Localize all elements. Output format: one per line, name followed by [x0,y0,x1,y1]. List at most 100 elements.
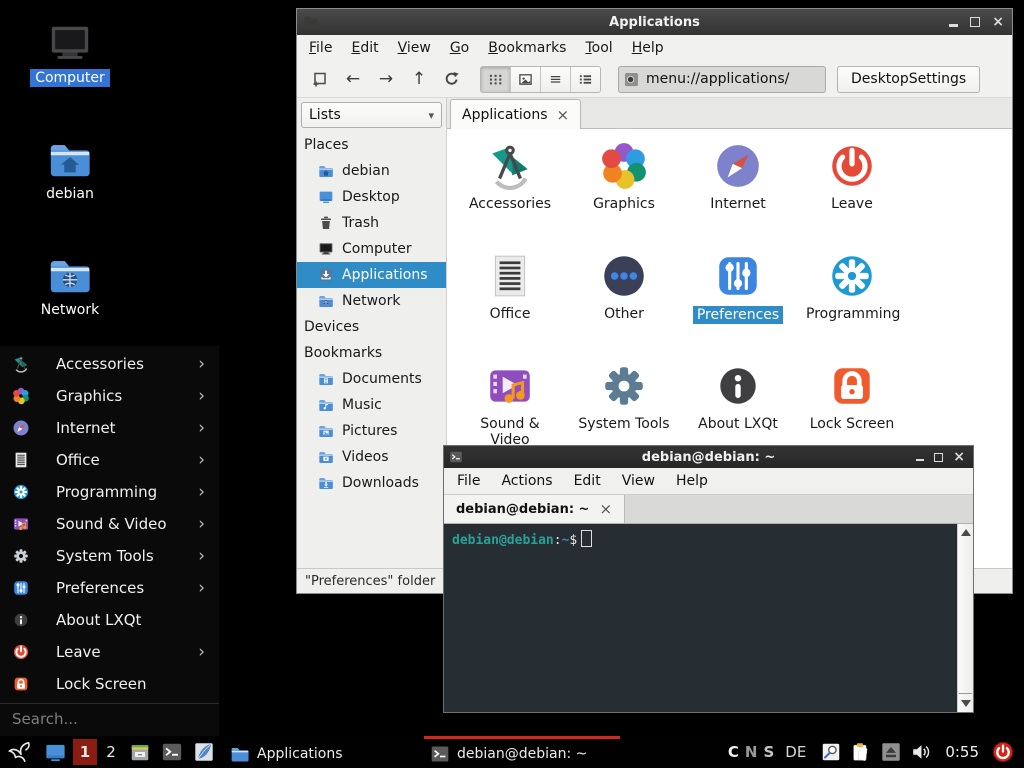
quicklaunch-file-manager-button[interactable] [126,738,154,766]
sidebar-mode-combobox[interactable]: Lists ▾ [301,102,442,128]
home-folder-icon [47,136,93,182]
maximize-button[interactable] [970,17,980,27]
sidebar-item-debian[interactable]: debian [297,158,446,184]
workspace-1-button[interactable]: 1 [73,739,97,765]
app-item-graphics[interactable]: Graphics [567,141,681,251]
detailed-list-view-button[interactable] [571,67,600,92]
menu-item-graphics[interactable]: Graphics › [0,380,219,412]
menu-item-lock-screen[interactable]: Lock Screen [0,668,219,700]
menu-item-programming[interactable]: Programming › [0,476,219,508]
terminal-titlebar[interactable]: debian@debian: ~ × [444,446,973,468]
address-bar[interactable]: menu://applications/ [618,66,826,93]
task-button-applications[interactable]: Applications [224,736,420,768]
fm-menu-help[interactable]: Help [632,40,664,56]
volume-icon[interactable] [910,741,932,763]
fm-menu-edit[interactable]: Edit [351,40,378,56]
start-menu-button[interactable] [6,738,36,766]
menu-item-system-tools[interactable]: System Tools › [0,540,219,572]
sidebar-item-documents[interactable]: Documents [297,366,446,392]
shutdown-button[interactable] [992,741,1014,763]
internet-icon [12,419,30,437]
sidebar-item-network[interactable]: Network [297,288,446,314]
app-item-office[interactable]: Office [453,251,567,361]
thumbnail-view-button[interactable] [511,67,541,92]
back-button[interactable]: ← [338,66,368,92]
terminal-icon [449,450,463,464]
fm-menu-file[interactable]: File [309,40,332,56]
minimize-button[interactable] [949,24,958,27]
close-button[interactable]: × [992,15,1004,29]
menu-item-preferences[interactable]: Preferences › [0,572,219,604]
computer-icon [47,20,93,66]
sidebar-item-pictures[interactable]: Pictures [297,418,446,444]
terminal-output[interactable]: debian@debian:~$ [444,524,973,712]
desktop-icon [318,189,334,205]
menu-item-leave[interactable]: Leave › [0,636,219,668]
menu-item-about-lxqt[interactable]: About LXQt [0,604,219,636]
reload-button[interactable] [437,66,467,92]
desktop-icon-network[interactable]: Network [24,252,116,319]
sidebar-item-applications[interactable]: Applications [297,262,446,288]
desktop-icon-debian[interactable]: debian [24,136,116,203]
up-button[interactable]: ↑ [404,66,434,92]
sidebar-item-desktop[interactable]: Desktop [297,184,446,210]
desktop-settings-button[interactable]: DesktopSettings [837,66,980,93]
forward-button[interactable]: → [371,66,401,92]
tab-close-icon[interactable]: × [557,106,570,124]
task-button-terminal[interactable]: debian@debian: ~ [424,736,620,768]
desktop-icon-computer[interactable]: Computer [24,20,116,87]
terminal-menu-file[interactable]: File [457,473,480,489]
terminal-scrollbar[interactable] [957,524,973,712]
sidebar-item-trash[interactable]: Trash [297,210,446,236]
app-item-internet[interactable]: Internet [681,141,795,251]
removable-media-eject-icon[interactable] [880,741,902,763]
scroll-down-icon[interactable] [961,700,971,707]
menu-item-accessories[interactable]: Accessories › [0,348,219,380]
app-item-leave[interactable]: Leave [795,141,909,251]
menu-item-office[interactable]: Office › [0,444,219,476]
icon-view-button[interactable] [481,67,511,92]
quicklaunch-terminal-button[interactable] [158,738,186,766]
fm-titlebar[interactable]: Applications × [297,9,1012,35]
compact-view-button[interactable]: ≡ [541,67,571,92]
menu-item-sound-video[interactable]: Sound & Video › [0,508,219,540]
clipboard-icon[interactable] [850,741,872,763]
fm-menu-bookmarks[interactable]: Bookmarks [488,40,566,56]
folder-icon [230,744,250,764]
fm-tab-applications[interactable]: Applications × [450,99,581,129]
menu-item-internet[interactable]: Internet › [0,412,219,444]
sidebar-item-downloads[interactable]: Downloads [297,470,446,496]
workspace-2-button[interactable]: 2 [99,739,123,765]
close-button[interactable]: × [953,450,965,464]
maximize-button[interactable] [934,453,943,462]
dropdown-arrow-icon: ▾ [428,109,434,122]
sound-video-icon [12,515,30,533]
app-item-programming[interactable]: Programming [795,251,909,361]
show-desktop-button[interactable] [40,738,70,766]
terminal-menu-view[interactable]: View [622,473,655,489]
desktop-icon [44,741,67,764]
clock[interactable]: 0:55 [945,743,979,761]
sidebar-item-computer[interactable]: Computer [297,236,446,262]
quicklaunch-featherpad-button[interactable] [190,738,218,766]
fm-menu-go[interactable]: Go [450,40,469,56]
fm-menu-view[interactable]: View [398,40,431,56]
terminal-icon [430,744,450,764]
minimize-button[interactable] [916,459,924,461]
new-tab-button[interactable] [305,66,335,92]
sidebar-item-music[interactable]: Music [297,392,446,418]
app-item-other[interactable]: Other [567,251,681,361]
terminal-menu-help[interactable]: Help [676,473,708,489]
tab-close-icon[interactable]: × [599,500,612,518]
keyboard-layout-indicator[interactable]: DE [785,743,806,761]
app-item-accessories[interactable]: Accessories [453,141,567,251]
sidebar-item-videos[interactable]: Videos [297,444,446,470]
app-item-preferences[interactable]: Preferences [681,251,795,361]
terminal-tab[interactable]: debian@debian: ~ × [444,495,625,523]
fm-menu-tool[interactable]: Tool [585,40,612,56]
screenshot-tool-icon[interactable] [820,741,842,763]
scroll-up-icon[interactable] [961,529,971,536]
terminal-menu-edit[interactable]: Edit [574,473,601,489]
terminal-menu-actions[interactable]: Actions [501,473,552,489]
menu-search-input[interactable]: Search... [0,703,219,734]
